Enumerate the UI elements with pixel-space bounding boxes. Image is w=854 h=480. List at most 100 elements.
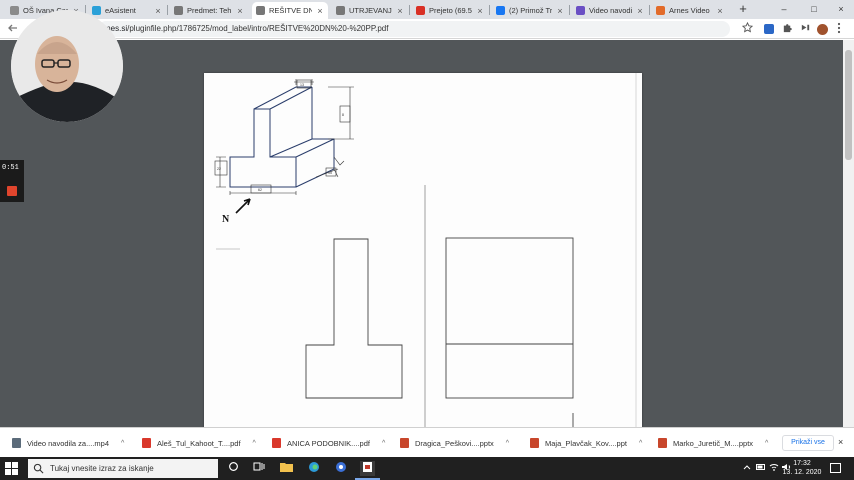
minimize-button[interactable]: – [775,2,793,16]
download-item[interactable]: Aleš_Tul_Kahoot_T....pdf ^ [142,436,256,450]
taskbar-clock[interactable]: 17:32 13. 12. 2020 [780,459,824,477]
download-options-chevron-icon[interactable]: ^ [382,440,385,447]
taskbar-search[interactable]: Tukaj vnesite izraz za iskanje [28,459,218,478]
profile-avatar[interactable] [815,22,829,36]
download-item[interactable]: Maja_Plavčak_Kov....ppt ^ [530,436,642,450]
tab-title: eAsistent [105,6,136,15]
download-item[interactable]: Video navodila za....mp4 ^ [12,436,124,450]
svg-text:22: 22 [217,167,221,171]
download-options-chevron-icon[interactable]: ^ [639,440,642,447]
download-item[interactable]: Dragica_Peškovi....pptx ^ [400,436,509,450]
tab-moodle-icon [256,6,265,15]
tab-title: (2) Primož Trč [509,6,552,15]
tab-facebook-icon [496,6,505,15]
tray-network-icon[interactable] [769,463,779,473]
download-filename: Video navodila za....mp4 [27,438,109,448]
tab-school-icon [10,6,19,15]
tab-separator [167,5,168,15]
tab-close-icon[interactable]: × [476,6,484,16]
side-view-outline [445,237,574,433]
back-arrow-icon [8,24,17,32]
tab-close-icon[interactable]: × [316,6,324,16]
menu-kebab-icon[interactable] [832,22,846,36]
download-item[interactable]: ANICA PODOBNIK....pdf ^ [272,436,385,450]
pdf-file-icon [272,438,281,448]
media-controls-icon[interactable] [798,22,812,36]
tab-moodle-icon [336,6,345,15]
address-bar[interactable]: mes.si/pluginfile.php/1786725/mod_label/… [98,21,730,37]
tab-close-icon[interactable]: × [154,6,162,16]
tray-battery-icon[interactable] [756,463,766,473]
browser-tab[interactable]: Video navodila × [572,2,648,19]
back-button[interactable] [6,22,20,36]
tab-close-icon[interactable]: × [636,6,644,16]
tab-close-icon[interactable]: × [556,6,564,16]
tab-close-icon[interactable]: × [396,6,404,16]
show-all-downloads-button[interactable]: Prikaži vse [782,435,834,451]
download-options-chevron-icon[interactable]: ^ [765,440,768,447]
pptx-file-icon [400,438,409,448]
bookmark-star-icon[interactable] [740,21,754,36]
browser-tab[interactable]: Prejeto (69.56 × [412,2,488,19]
download-item[interactable]: Marko_Juretič_M....pptx ^ [658,436,768,450]
browser-tab[interactable]: Arnes Video × [652,2,728,19]
cortana-icon[interactable] [226,461,241,476]
pdf-scrollbar[interactable] [843,40,854,427]
extension-s-icon[interactable] [762,22,776,36]
pptx-file-icon [658,438,667,448]
download-filename: ANICA PODOBNIK....pdf [287,438,370,448]
view-arrow-icon [235,198,251,214]
download-options-chevron-icon[interactable]: ^ [121,440,124,447]
taskbar: Tukaj vnesite izraz za iskanje 17:32 13.… [0,457,854,480]
windows-logo-icon [5,462,18,475]
technical-drawing: N 13 8 22 62 15 40 [214,73,637,433]
window-close-button[interactable]: × [832,2,850,16]
tab-title: Video navodila [589,6,632,15]
tab-video-icon [576,6,585,15]
download-options-chevron-icon[interactable]: ^ [253,440,256,447]
recording-time: 0:51 [2,164,19,172]
download-options-chevron-icon[interactable]: ^ [506,440,509,447]
clock-date: 13. 12. 2020 [782,469,822,476]
tab-title: Arnes Video [669,6,710,15]
pdf-viewer[interactable]: N 13 8 22 62 15 40 [0,40,854,433]
tab-close-icon[interactable]: × [236,6,244,16]
ppt-file-icon [530,438,539,448]
download-shelf: Video navodila za....mp4 ^ Aleš_Tul_Kahoot… [0,427,854,457]
screen: OŠ Ivana Cank×eAsistent×Predmet: Tehn×RE… [0,0,854,480]
download-filename: Maja_Plavčak_Kov....ppt [545,438,627,448]
browser-tab[interactable]: REŠITVE DN - × [252,2,328,19]
tab-title: Prejeto (69.56 [429,6,472,15]
maximize-button[interactable]: □ [805,2,823,16]
task-view-icon[interactable] [251,461,266,476]
chrome-app-icon[interactable] [333,461,348,476]
active-app-icon[interactable] [360,461,375,476]
clock-time: 17:32 [793,460,811,467]
new-tab-button[interactable]: + [736,2,750,17]
tab-gmail-icon [416,6,425,15]
search-icon [33,463,44,474]
tab-easistent-icon [92,6,101,15]
url-text: mes.si/pluginfile.php/1786725/mod_label/… [104,24,389,33]
pdf-page: N 13 8 22 62 15 40 [204,73,642,433]
download-filename: Dragica_Peškovi....pptx [415,438,494,448]
front-view-outline [305,238,403,399]
scrollbar-thumb[interactable] [845,50,852,160]
tray-chevron-icon[interactable] [743,463,751,472]
stop-recording-button[interactable] [7,186,17,196]
file-explorer-icon[interactable] [279,461,294,476]
tab-title: REŠITVE DN - [269,6,312,15]
extensions-puzzle-icon[interactable] [780,22,794,36]
download-filename: Aleš_Tul_Kahoot_T....pdf [157,438,241,448]
start-button[interactable] [5,462,18,475]
close-shelf-button[interactable]: × [838,437,843,447]
svg-text:15: 15 [328,171,332,175]
tab-close-icon[interactable]: × [716,6,724,16]
notification-center-icon[interactable] [830,463,841,473]
browser-tab[interactable]: (2) Primož Trč × [492,2,568,19]
browser-tab[interactable]: Predmet: Tehn × [170,2,248,19]
edge-browser-icon[interactable] [306,461,321,476]
toolbar: mes.si/pluginfile.php/1786725/mod_label/… [0,19,854,39]
browser-tab[interactable]: eAsistent × [88,2,166,19]
browser-tab[interactable]: UTRJEVANJE × [332,2,408,19]
